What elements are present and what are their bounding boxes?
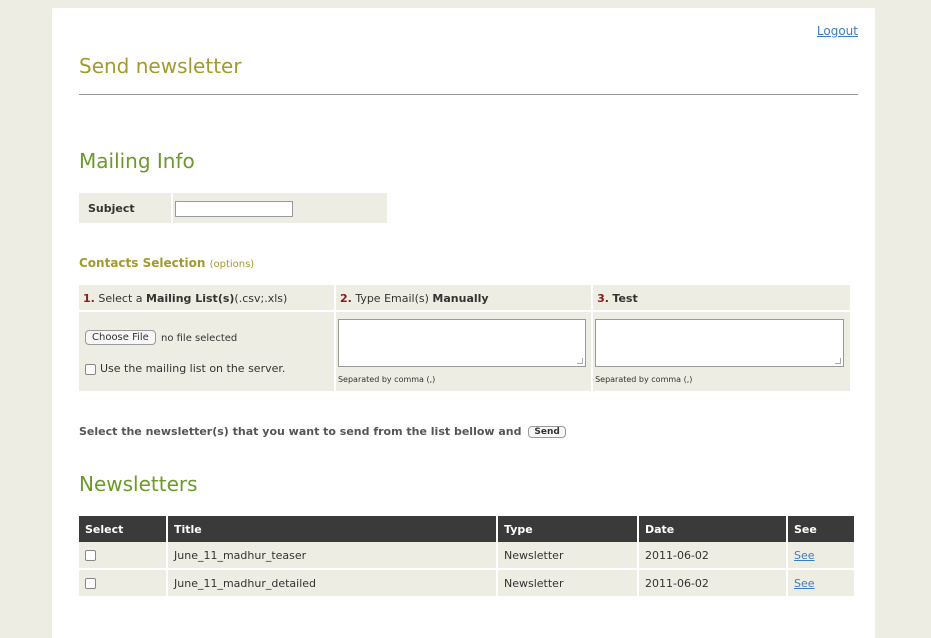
type-cell: Newsletter <box>498 570 639 598</box>
test-cell: Separated by comma (,) <box>593 312 850 391</box>
manual-emails-cell: Separated by comma (,) <box>335 312 592 391</box>
divider <box>171 193 173 223</box>
subject-row: Subject <box>79 193 387 223</box>
manual-emails-textarea[interactable] <box>337 319 586 367</box>
use-server-label: Use the mailing list on the server. <box>100 362 286 375</box>
separator-hint: Separated by comma (,) <box>337 375 436 384</box>
send-button[interactable]: Send <box>528 426 566 438</box>
subject-label: Subject <box>88 202 135 215</box>
title-cell: June_11_madhur_detailed <box>168 570 498 598</box>
mailing-info-title: Mailing Info <box>79 149 195 173</box>
header-test: 3. Test <box>593 285 850 310</box>
see-link[interactable]: See <box>794 549 815 562</box>
header-text: (.csv;.xls) <box>234 292 288 305</box>
header-bold-text: Manually <box>432 292 489 305</box>
column-header: Title <box>168 516 498 542</box>
step-number: 3. <box>597 292 609 305</box>
send-instruction: Select the newsletter(s) that you want t… <box>79 425 566 438</box>
step-number: 2. <box>339 292 352 305</box>
mailing-list-cell: Choose File no file selected Use the mai… <box>79 312 334 391</box>
choose-file-button[interactable]: Choose File <box>85 330 156 345</box>
options-label: (options) <box>209 259 255 270</box>
header-text: Type Email(s) <box>355 292 433 305</box>
contacts-selection-table: 1. Select a Mailing List(s)(.csv;.xls) 2… <box>77 283 852 393</box>
header-mailing-list: 1. Select a Mailing List(s)(.csv;.xls) <box>79 285 334 310</box>
column-header: See <box>788 516 854 542</box>
table-row: June_11_madhur_detailed Newsletter 2011-… <box>79 570 854 598</box>
column-header: Select <box>79 516 168 542</box>
separator-hint: Separated by comma (,) <box>595 375 693 384</box>
header-bold-text: Mailing List(s) <box>146 292 235 305</box>
step-number: 1. <box>83 292 95 305</box>
page-title: Send newsletter <box>79 54 242 78</box>
subject-input[interactable] <box>175 201 293 217</box>
header-bold-text: Test <box>612 292 638 305</box>
send-instruction-text: Select the newsletter(s) that you want t… <box>79 425 522 438</box>
use-server-checkbox[interactable] <box>85 363 96 375</box>
contacts-selection-label: Contacts Selection <box>79 256 206 270</box>
header-text: Select a <box>98 292 147 305</box>
row-checkbox[interactable] <box>85 550 96 561</box>
contacts-selection-title: Contacts Selection (options) <box>79 256 254 270</box>
header-manual-emails: 2. Type Email(s) Manually <box>335 285 592 310</box>
see-cell: See <box>788 570 854 598</box>
newsletters-title: Newsletters <box>79 472 198 496</box>
divider <box>79 94 858 95</box>
select-cell <box>79 542 168 570</box>
column-header: Date <box>639 516 788 542</box>
use-server-list-option[interactable]: Use the mailing list on the server. <box>85 362 285 375</box>
see-cell: See <box>788 542 854 570</box>
select-cell <box>79 570 168 598</box>
date-cell: 2011-06-02 <box>639 570 788 598</box>
test-emails-textarea[interactable] <box>595 319 845 367</box>
column-header: Type <box>498 516 639 542</box>
page-content: Logout Send newsletter Mailing Info Subj… <box>52 8 875 638</box>
row-checkbox[interactable] <box>85 578 96 589</box>
table-row: June_11_madhur_teaser Newsletter 2011-06… <box>79 542 854 570</box>
no-file-text: no file selected <box>161 333 238 344</box>
logout-link[interactable]: Logout <box>817 24 858 38</box>
type-cell: Newsletter <box>498 542 639 570</box>
date-cell: 2011-06-02 <box>639 542 788 570</box>
newsletters-table: Select Title Type Date See June_11_madhu… <box>79 516 854 598</box>
title-cell: June_11_madhur_teaser <box>168 542 498 570</box>
see-link[interactable]: See <box>794 577 815 590</box>
